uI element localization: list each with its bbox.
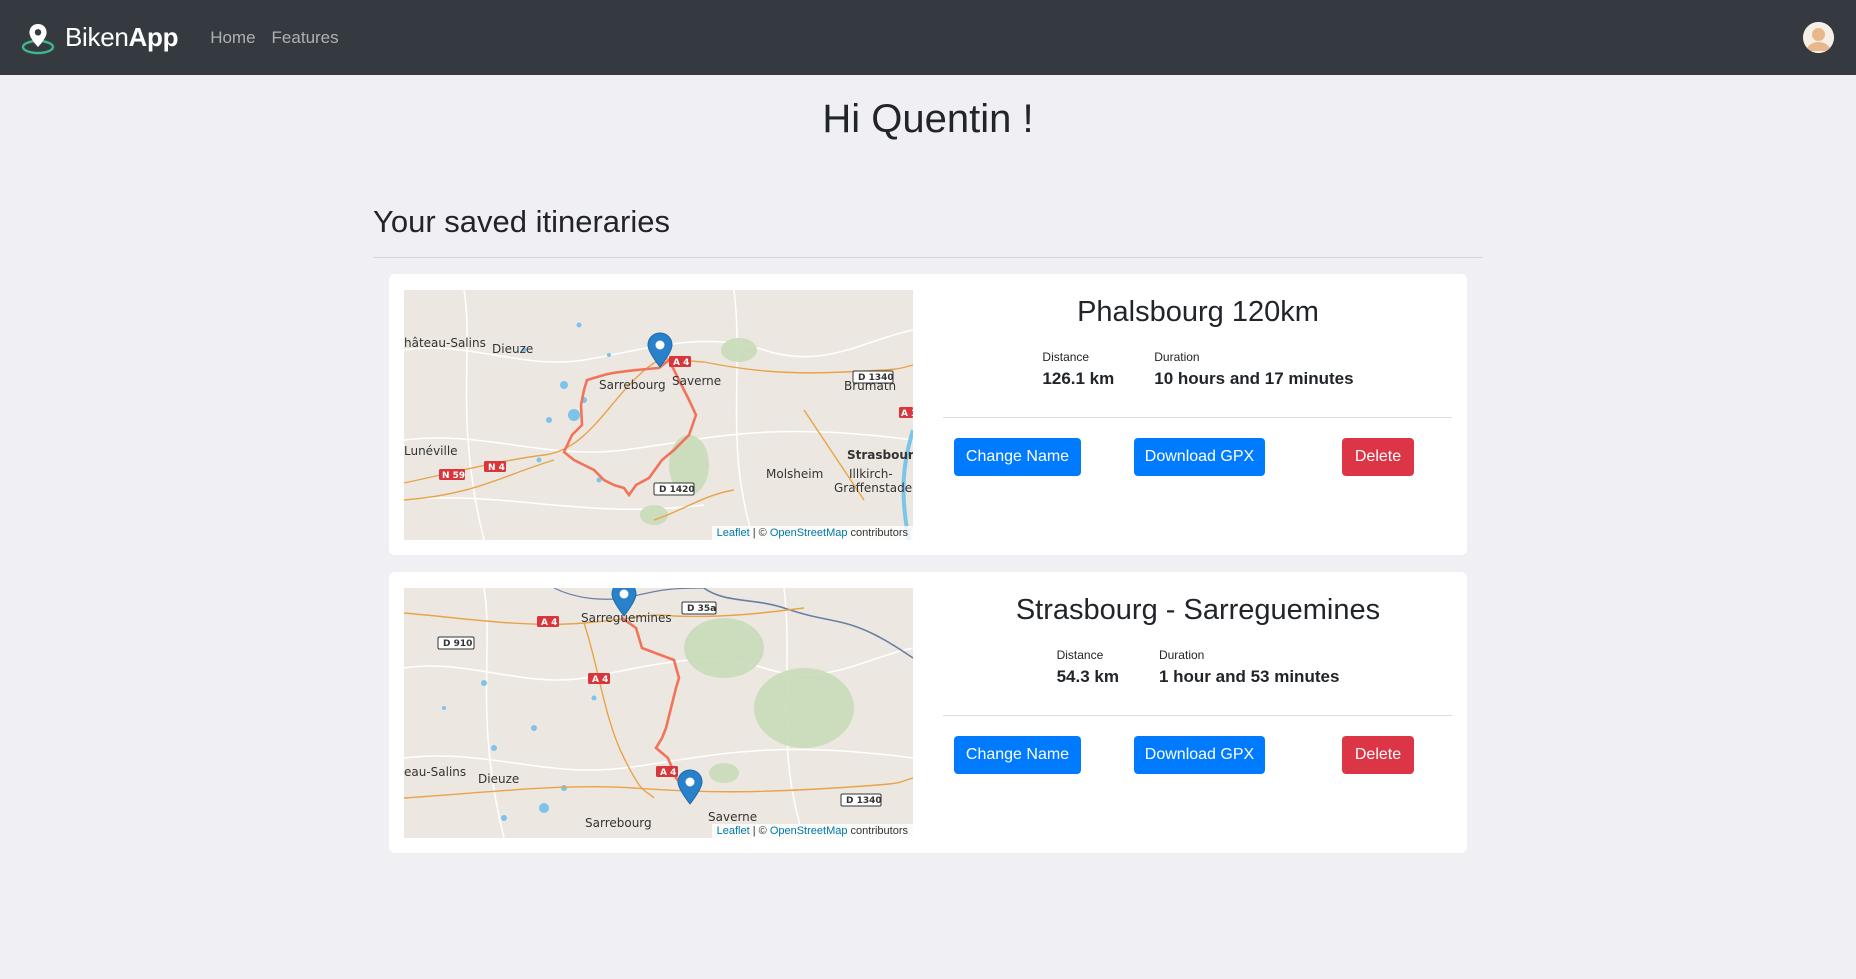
brand-logo[interactable]: BikenApp [20,20,178,56]
map-tiles: Sarreguemines eau-Salins Dieuze Sarrebou… [404,588,913,838]
download-gpx-button[interactable]: Download GPX [1134,736,1265,774]
svg-text:hâteau-Salins: hâteau-Salins [404,336,486,350]
itinerary-card: Sarreguemines eau-Salins Dieuze Sarrebou… [389,572,1467,853]
svg-text:Illkirch-: Illkirch- [849,467,893,481]
distance-stat: Distance 126.1 km [1042,350,1114,389]
svg-text:Sarrebourg: Sarrebourg [599,378,666,392]
svg-text:N 4: N 4 [488,463,505,473]
itinerary-stats: Distance 54.3 km Duration 1 hour and 53 … [943,648,1453,687]
delete-button[interactable]: Delete [1342,438,1414,476]
delete-button[interactable]: Delete [1342,736,1414,774]
osm-link[interactable]: OpenStreetMap [770,527,848,539]
info-divider [943,417,1452,418]
svg-text:D 1340: D 1340 [858,373,894,383]
svg-text:A 3: A 3 [901,409,913,419]
nav-home-link[interactable]: Home [210,28,255,48]
svg-text:Sarrebourg: Sarrebourg [585,816,652,830]
svg-text:Lunéville: Lunéville [404,444,458,458]
itinerary-card: hâteau-Salins Dieuze Sarrebourg Saverne … [389,274,1467,555]
navbar: BikenApp Home Features [0,0,1856,75]
nav-features-link[interactable]: Features [272,28,339,48]
osm-link[interactable]: OpenStreetMap [770,825,848,837]
distance-value: 54.3 km [1056,667,1119,686]
info-divider [943,715,1452,716]
map-attribution: Leaflet | © OpenStreetMap contributors [711,526,913,540]
svg-text:A 4: A 4 [541,618,557,628]
distance-label: Distance [1056,648,1104,662]
itinerary-map[interactable]: Sarreguemines eau-Salins Dieuze Sarrebou… [404,588,913,838]
svg-text:Graffenstaden: Graffenstaden [834,481,913,495]
leaflet-link[interactable]: Leaflet [717,825,750,837]
svg-text:D 1420: D 1420 [659,485,695,495]
svg-text:D 35a: D 35a [687,604,716,614]
svg-text:Saverne: Saverne [708,810,757,824]
svg-text:A 4: A 4 [592,675,608,685]
nav-links: Home Features [210,28,354,48]
itinerary-title: Strasbourg - Sarreguemines [1015,594,1381,626]
distance-label: Distance [1042,350,1090,364]
duration-value: 1 hour and 53 minutes [1158,667,1340,686]
itinerary-map[interactable]: hâteau-Salins Dieuze Sarrebourg Saverne … [404,290,913,540]
svg-text:eau-Salins: eau-Salins [404,765,466,779]
svg-text:A 4: A 4 [673,358,689,368]
duration-stat: Duration 1 hour and 53 minutes [1159,648,1339,687]
brand-name-bold: App [128,22,179,52]
user-avatar-icon[interactable] [1803,22,1834,53]
svg-text:D 910: D 910 [443,639,472,649]
attribution-suffix: contributors [847,527,908,539]
download-gpx-button[interactable]: Download GPX [1134,438,1265,476]
svg-text:Saverne: Saverne [672,374,721,388]
svg-text:D 1340: D 1340 [846,796,882,806]
map-attribution: Leaflet | © OpenStreetMap contributors [711,824,913,838]
svg-text:Dieuze: Dieuze [478,772,519,786]
section-title: Your saved itineraries [373,204,670,239]
change-name-button[interactable]: Change Name [954,736,1081,774]
attribution-suffix: contributors [847,825,908,837]
itinerary-stats: Distance 126.1 km Duration 10 hours and … [943,350,1453,389]
itinerary-title: Phalsbourg 120km [1077,296,1319,328]
duration-value: 10 hours and 17 minutes [1154,369,1354,388]
svg-text:Molsheim: Molsheim [766,467,823,481]
change-name-button[interactable]: Change Name [954,438,1081,476]
svg-text:Sarreguemines: Sarreguemines [581,611,672,625]
brand-name: BikenApp [65,22,178,53]
duration-label: Duration [1154,350,1200,364]
distance-value: 126.1 km [1042,369,1115,388]
duration-stat: Duration 10 hours and 17 minutes [1154,350,1353,389]
map-tiles: hâteau-Salins Dieuze Sarrebourg Saverne … [404,290,913,540]
greeting-heading: Hi Quentin ! [822,97,1034,141]
svg-text:N 59: N 59 [442,471,465,481]
svg-text:A 4: A 4 [660,768,676,778]
svg-text:Dieuze: Dieuze [492,342,533,356]
itinerary-info: Phalsbourg 120km Distance 126.1 km Durat… [943,274,1453,555]
leaflet-link[interactable]: Leaflet [717,527,750,539]
section-divider [373,257,1483,258]
itinerary-info: Strasbourg - Sarreguemines Distance 54.3… [943,572,1453,853]
brand-name-light: Biken [65,22,129,52]
attribution-sep: | © [749,825,770,837]
distance-stat: Distance 54.3 km [1057,648,1119,687]
attribution-sep: | © [749,527,770,539]
duration-label: Duration [1158,648,1205,662]
svg-text:Strasbour: Strasbour [847,448,913,462]
map-pin-icon [21,23,55,54]
